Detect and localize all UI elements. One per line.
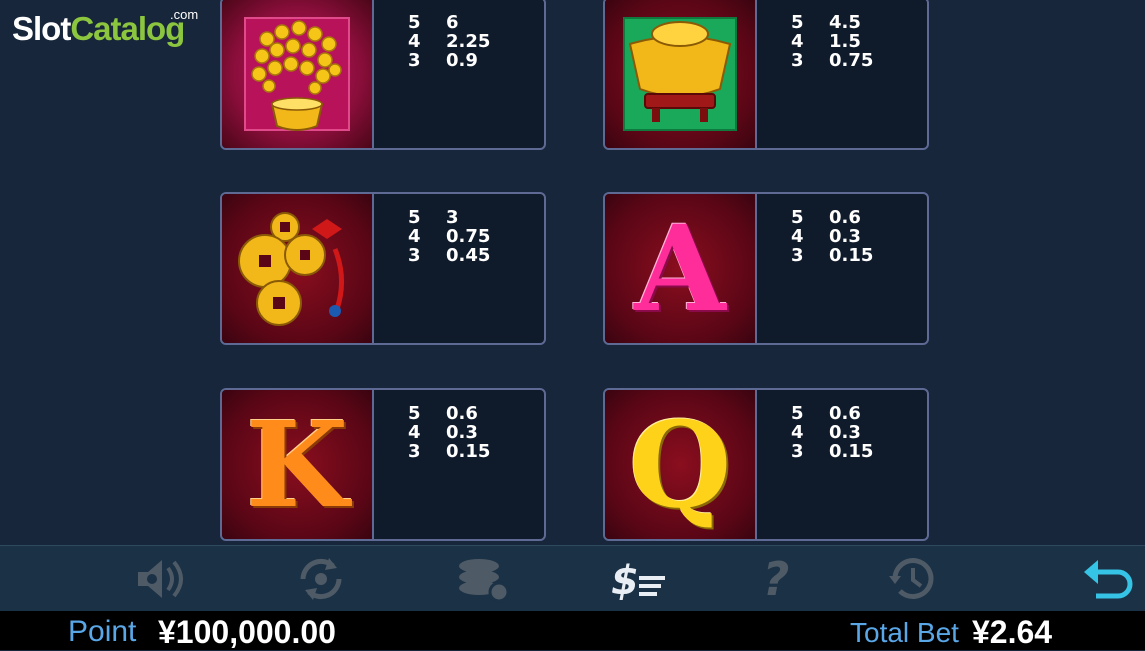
pay-count: 3 bbox=[791, 245, 804, 266]
paytable-card-letter-k: K 5 0.6 4 0.3 3 0.15 bbox=[220, 388, 546, 541]
pay-count: 5 bbox=[408, 12, 421, 33]
pay-row: 4 1.5 bbox=[791, 32, 873, 51]
pay-row: 5 0.6 bbox=[791, 208, 873, 227]
letter-k-icon: K bbox=[245, 394, 349, 534]
pay-value: 2.25 bbox=[446, 31, 491, 52]
letter-q-symbol: Q bbox=[605, 390, 757, 539]
pay-value: 0.15 bbox=[829, 245, 874, 266]
chips-settings-icon[interactable] bbox=[453, 554, 513, 604]
letter-q-icon: Q bbox=[628, 394, 732, 534]
pay-count: 4 bbox=[791, 31, 804, 52]
pay-value: 0.6 bbox=[829, 207, 861, 228]
pay-value: 1.5 bbox=[829, 31, 861, 52]
paytable-icon[interactable]: $ bbox=[609, 554, 669, 604]
pay-value: 0.9 bbox=[446, 50, 478, 71]
point-label: Point bbox=[68, 615, 137, 648]
letter-a-icon: A bbox=[634, 198, 726, 338]
pay-row: 3 0.75 bbox=[791, 51, 873, 70]
pay-value: 0.3 bbox=[829, 226, 861, 247]
gold-ingot-symbol bbox=[605, 0, 757, 148]
pay-row: 56 bbox=[408, 13, 490, 32]
back-icon[interactable] bbox=[1078, 554, 1138, 604]
pay-row: 4 0.3 bbox=[791, 227, 873, 246]
pay-count: 5 bbox=[791, 207, 804, 228]
pay-count: 4 bbox=[408, 31, 421, 52]
pay-row: 5 0.6 bbox=[791, 404, 873, 423]
history-icon[interactable] bbox=[883, 554, 943, 604]
letter-a-symbol: A bbox=[605, 194, 757, 343]
pay-count: 3 bbox=[408, 245, 421, 266]
paytable-card-money-tree: 56 4 2.25 3 0.9 bbox=[220, 0, 546, 150]
logo-catalog-text: Catalog bbox=[70, 10, 185, 47]
sound-settings-icon[interactable] bbox=[134, 554, 194, 604]
pay-row: 4 0.75 bbox=[408, 227, 490, 246]
logo-com-text: .com bbox=[170, 7, 199, 22]
pay-row: 3 0.9 bbox=[408, 51, 490, 70]
svg-text:$: $ bbox=[611, 558, 639, 604]
total-bet-value: ¥2.64 bbox=[972, 614, 1053, 650]
money-tree-symbol bbox=[222, 0, 374, 148]
pay-row: 3 0.15 bbox=[791, 442, 873, 461]
paytable-card-lucky-coins: 53 4 0.75 3 0.45 bbox=[220, 192, 546, 345]
pay-values: 5 0.6 4 0.3 3 0.15 bbox=[791, 208, 873, 265]
paytable-card-letter-q: Q 5 0.6 4 0.3 3 0.15 bbox=[603, 388, 929, 541]
bottom-toolbar: $ ? bbox=[0, 545, 1145, 612]
gold-ingot-icon bbox=[623, 16, 737, 131]
pay-value: 0.3 bbox=[829, 422, 861, 443]
pay-count: 4 bbox=[791, 422, 804, 443]
pay-value: 3 bbox=[446, 207, 459, 228]
pay-count: 4 bbox=[408, 226, 421, 247]
pay-values: 5 4.5 4 1.5 3 0.75 bbox=[791, 13, 873, 70]
pay-value: 0.15 bbox=[446, 441, 491, 462]
pay-value: 0.15 bbox=[829, 441, 874, 462]
pay-value: 0.45 bbox=[446, 245, 491, 266]
pay-values: 5 0.6 4 0.3 3 0.15 bbox=[408, 404, 490, 461]
point-balance: ¥100,000.00 bbox=[158, 614, 336, 650]
pay-row: 4 2.25 bbox=[408, 32, 490, 51]
pay-values: 56 4 2.25 3 0.9 bbox=[408, 13, 490, 70]
pay-count: 3 bbox=[408, 441, 421, 462]
pay-row: 53 bbox=[408, 208, 490, 227]
pay-count: 5 bbox=[791, 12, 804, 33]
pay-row: 3 0.15 bbox=[791, 246, 873, 265]
pay-count: 3 bbox=[791, 50, 804, 71]
pay-value: 0.75 bbox=[446, 226, 491, 247]
lucky-coins-icon bbox=[238, 211, 344, 326]
pay-row: 4 0.3 bbox=[791, 423, 873, 442]
slotcatalog-logo: SlotCatalog .com bbox=[12, 8, 198, 47]
pay-row: 5 0.6 bbox=[408, 404, 490, 423]
money-tree-icon bbox=[244, 16, 350, 131]
autoplay-icon[interactable] bbox=[291, 554, 351, 604]
letter-k-symbol: K bbox=[222, 390, 374, 539]
pay-count: 3 bbox=[791, 441, 804, 462]
pay-values: 53 4 0.75 3 0.45 bbox=[408, 208, 490, 265]
pay-count: 5 bbox=[408, 403, 421, 424]
logo-slot-text: Slot bbox=[12, 10, 71, 47]
pay-value: 6 bbox=[446, 12, 459, 33]
pay-value: 0.6 bbox=[829, 403, 861, 424]
pay-count: 5 bbox=[408, 207, 421, 228]
pay-count: 4 bbox=[791, 226, 804, 247]
pay-count: 4 bbox=[408, 422, 421, 443]
pay-value: 4.5 bbox=[829, 12, 861, 33]
paytable-card-gold-ingot: 5 4.5 4 1.5 3 0.75 bbox=[603, 0, 929, 150]
pay-count: 3 bbox=[408, 50, 421, 71]
lucky-coins-symbol bbox=[222, 194, 374, 343]
help-glyph: ? bbox=[762, 552, 790, 606]
total-bet-label: Total Bet bbox=[850, 617, 959, 648]
help-icon[interactable]: ? bbox=[746, 552, 806, 606]
pay-values: 5 0.6 4 0.3 3 0.15 bbox=[791, 404, 873, 461]
pay-row: 3 0.15 bbox=[408, 442, 490, 461]
pay-count: 5 bbox=[791, 403, 804, 424]
pay-value: 0.6 bbox=[446, 403, 478, 424]
pay-row: 5 4.5 bbox=[791, 13, 873, 32]
pay-row: 3 0.45 bbox=[408, 246, 490, 265]
pay-row: 4 0.3 bbox=[408, 423, 490, 442]
pay-value: 0.3 bbox=[446, 422, 478, 443]
pay-value: 0.75 bbox=[829, 50, 874, 71]
status-footer: Point ¥100,000.00 Total Bet ¥2.64 bbox=[0, 611, 1145, 650]
paytable-card-letter-a: A 5 0.6 4 0.3 3 0.15 bbox=[603, 192, 929, 345]
